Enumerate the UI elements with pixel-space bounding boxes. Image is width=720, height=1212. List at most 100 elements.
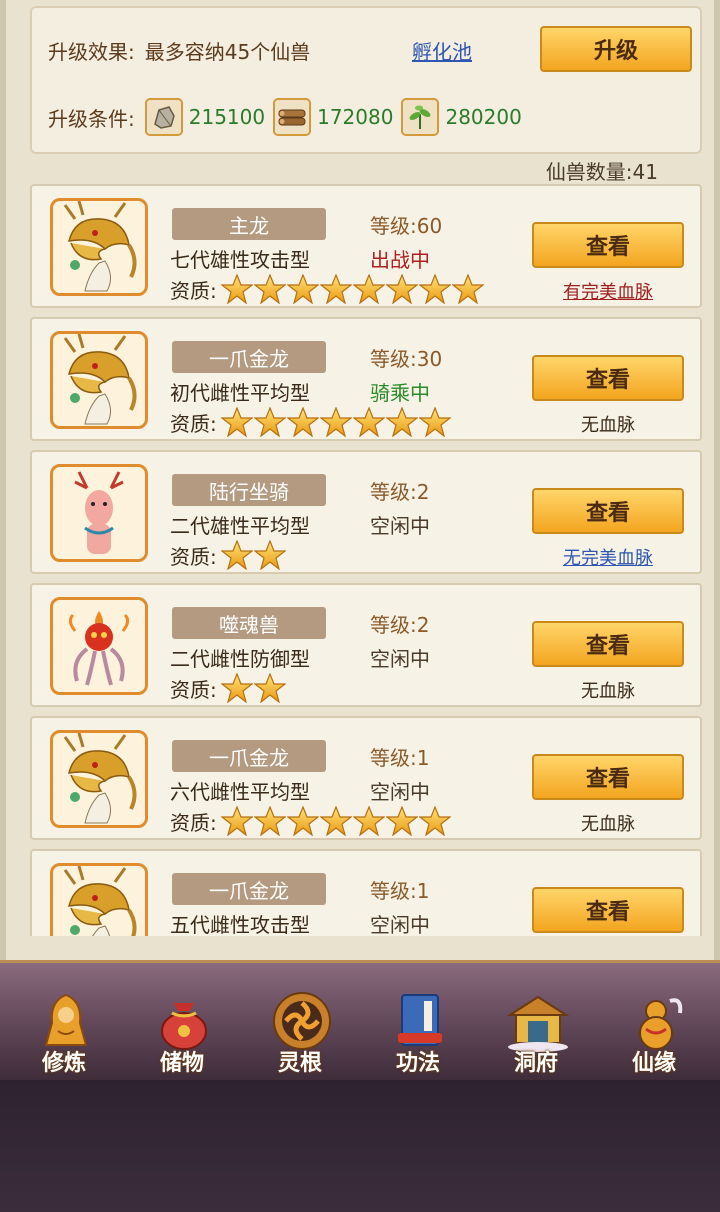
spirit-root-icon [270, 989, 334, 1053]
resource-herb: 280200 [401, 98, 522, 136]
star-icon [220, 540, 253, 570]
beast-quality: 资质: [170, 274, 485, 304]
quality-stars [220, 274, 485, 304]
beast-level: 等级:1 [370, 879, 430, 903]
view-button[interactable]: 查看 [532, 222, 684, 268]
upgrade-conditions: 升级条件: 215100 172080 280200 [48, 98, 530, 136]
view-button[interactable]: 查看 [532, 355, 684, 401]
star-icon [253, 407, 286, 437]
beast-type: 二代雌性防御型 [170, 647, 310, 671]
bloodline-text: 无血脉 [581, 814, 635, 835]
view-button[interactable]: 查看 [532, 488, 684, 534]
bloodline-text[interactable]: 有完美血脉 [528, 278, 688, 304]
nav-item-0[interactable]: 修炼 [14, 979, 114, 1079]
upgrade-effect: 升级效果: 最多容纳45个仙兽 [48, 36, 310, 65]
beast-name: 一爪金龙 [172, 740, 326, 772]
star-icon [220, 673, 253, 703]
beast-level: 等级:30 [370, 347, 443, 371]
beast-card: 一爪金龙 等级:30 初代雌性平均型 骑乘中资质: 查看无血脉 [30, 317, 702, 441]
beast-type: 六代雌性平均型 [170, 780, 310, 804]
beast-level: 等级:2 [370, 613, 430, 637]
star-icon [352, 806, 385, 836]
beast-name: 陆行坐骑 [172, 474, 326, 506]
quality-stars [220, 407, 452, 437]
star-icon [319, 407, 352, 437]
resource-ore-value: 215100 [188, 105, 266, 129]
bloodline-text[interactable]: 无完美血脉 [528, 544, 688, 570]
star-icon [220, 806, 253, 836]
view-button[interactable]: 查看 [532, 887, 684, 933]
star-icon [352, 274, 385, 304]
beast-status: 空闲中 [370, 913, 430, 936]
quality-label: 资质: [170, 544, 217, 569]
star-icon [286, 806, 319, 836]
star-icon [253, 274, 286, 304]
star-icon [418, 407, 451, 437]
beast-level: 等级:1 [370, 746, 430, 770]
star-icon [352, 407, 385, 437]
dragon-portrait-icon[interactable] [50, 730, 148, 828]
quality-label: 资质: [170, 411, 217, 436]
beast-status: 空闲中 [370, 647, 430, 671]
view-button[interactable]: 查看 [532, 754, 684, 800]
nav-label: 功法 [395, 1051, 440, 1076]
beast-quality: 资质: [170, 407, 452, 437]
beast-list[interactable]: 主龙 等级:60 七代雄性攻击型 出战中 资质: 查看 有完美血脉 一爪金龙 等级:30 初代雌性… [30, 184, 702, 936]
view-button[interactable]: 查看 [532, 621, 684, 667]
beast-status: 空闲中 [370, 514, 430, 538]
nav-item-4[interactable]: 洞府 [486, 979, 586, 1079]
quality-label: 资质: [170, 278, 217, 303]
star-icon [220, 407, 253, 437]
nav-item-1[interactable]: 储物 [132, 979, 232, 1079]
upgrade-effect-text: 最多容纳45个仙兽 [144, 40, 311, 64]
soul-beast-portrait-icon[interactable] [50, 597, 148, 695]
beast-card: 一爪金龙 等级:1 六代雌性平均型 空闲中 资质: 查看 无血脉 [30, 716, 702, 840]
dragon-portrait-icon[interactable] [50, 198, 148, 296]
beast-card: 噬魂兽 等级:2 二代雌性防御型 空闲中 资质: 查看 无血脉 [30, 583, 702, 707]
nav-item-2[interactable]: 灵根 [250, 979, 350, 1079]
resource-wood-value: 172080 [317, 105, 394, 129]
cultivate-icon [34, 989, 98, 1053]
gourd-icon [624, 989, 688, 1053]
star-icon [286, 407, 319, 437]
nav-label: 灵根 [277, 1051, 322, 1076]
dragon-portrait-icon[interactable] [50, 331, 148, 429]
bloodline-text: 无血脉 [581, 415, 635, 436]
beast-type: 初代雌性平均型 [170, 381, 310, 405]
beast-level: 等级:2 [370, 480, 430, 504]
star-icon [418, 274, 451, 304]
upgrade-condition-label: 升级条件: [48, 106, 135, 131]
star-icon [418, 806, 451, 836]
beast-level: 等级:60 [370, 214, 443, 238]
beast-card: 一爪金龙等级:1五代雌性攻击型空闲中资质:查看 [30, 849, 702, 936]
nav-label: 仙缘 [631, 1051, 676, 1076]
resource-ore: 215100 [144, 98, 266, 136]
dragon-portrait-icon[interactable] [50, 863, 148, 936]
beast-type: 二代雄性平均型 [170, 514, 310, 538]
bottom-nav: 修炼 储物 灵根 功法 洞府 仙缘 [0, 960, 720, 1080]
upgrade-box: 升级效果: 最多容纳45个仙兽 孵化池 升级 升级条件: 215100 17208… [30, 6, 702, 154]
star-icon [319, 806, 352, 836]
beast-status: 出战中 [370, 248, 430, 272]
beast-card: 陆行坐骑 等级:2 二代雄性平均型 空闲中资质: 查看无完美血脉 [30, 450, 702, 574]
bloodline-text: 无血脉 [581, 681, 635, 702]
deer-portrait-icon[interactable] [50, 464, 148, 562]
nav-item-3[interactable]: 功法 [368, 979, 468, 1079]
star-icon [253, 673, 286, 703]
herb-icon [401, 98, 440, 136]
hatch-pool-link[interactable]: 孵化池 [412, 36, 472, 65]
nav-item-5[interactable]: 仙缘 [604, 979, 704, 1079]
beast-name: 一爪金龙 [172, 341, 326, 373]
star-icon [385, 806, 418, 836]
quality-stars [220, 806, 452, 836]
beast-status: 骑乘中 [370, 381, 430, 405]
beast-type: 七代雄性攻击型 [170, 248, 310, 272]
upgrade-button[interactable]: 升级 [540, 26, 692, 72]
beast-quality: 资质: [170, 806, 452, 836]
beast-count: 仙兽数量:41 [545, 160, 658, 184]
storage-bag-icon [152, 989, 216, 1053]
upgrade-effect-label: 升级效果: [48, 40, 135, 64]
beast-type: 五代雌性攻击型 [170, 913, 310, 936]
skill-book-icon [388, 989, 452, 1053]
main-panel: 升级效果: 最多容纳45个仙兽 孵化池 升级 升级条件: 215100 17208… [0, 0, 720, 960]
